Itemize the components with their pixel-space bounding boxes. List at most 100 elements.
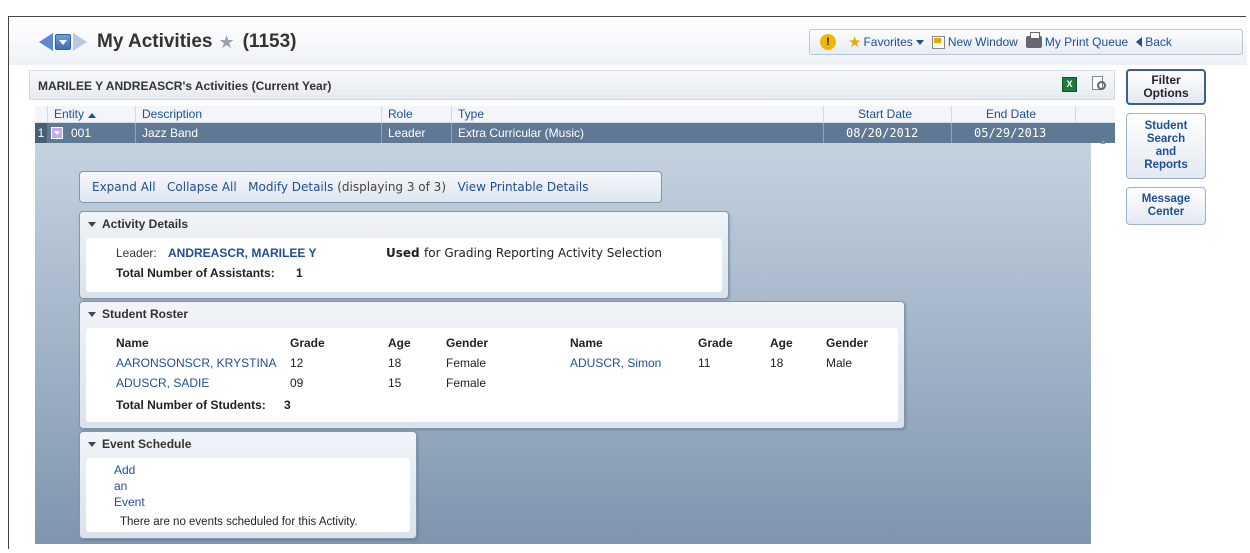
student-search-and-reports-button[interactable]: Student Search and Reports bbox=[1126, 113, 1206, 179]
event-schedule-panel: Event Schedule Add an Event There are no… bbox=[79, 431, 417, 539]
back-arrow-icon[interactable] bbox=[39, 33, 53, 51]
student-roster-panel: Student Roster Name Grade Age Gender Nam… bbox=[79, 301, 905, 429]
event-schedule-header[interactable]: Event Schedule bbox=[80, 432, 416, 456]
nav-controls: My Activities ★ (1153) bbox=[39, 31, 296, 53]
forward-arrow-icon bbox=[73, 33, 87, 51]
student-grade: 11 bbox=[698, 356, 711, 370]
total-students-count: 3 bbox=[284, 398, 291, 412]
star-icon: ★ bbox=[848, 34, 862, 51]
student-name-link[interactable]: ADUSCR, SADIE bbox=[116, 376, 209, 390]
roster-header-age-2: Age bbox=[770, 336, 793, 350]
leader-label: Leader: bbox=[116, 246, 157, 260]
activities-subheader: MARILEE Y ANDREASCR's Activities (Curren… bbox=[29, 70, 1115, 100]
expand-all-link[interactable]: Expand All bbox=[92, 180, 156, 194]
favorites-menu[interactable]: ★ Favorites bbox=[848, 33, 924, 51]
message-center-button[interactable]: Message Center bbox=[1126, 187, 1206, 225]
print-preview-icon[interactable] bbox=[1092, 76, 1108, 92]
student-age: 18 bbox=[770, 356, 784, 370]
view-printable-details-link[interactable]: View Printable Details bbox=[457, 180, 588, 194]
student-age: 18 bbox=[388, 356, 402, 370]
excel-export-icon[interactable]: X bbox=[1062, 77, 1077, 92]
grid-header: Entity Description Role Type Start Date … bbox=[35, 106, 1115, 123]
roster-header-grade-2: Grade bbox=[698, 336, 733, 350]
modify-details-link[interactable]: Modify Details bbox=[248, 180, 333, 194]
assistants-label: Total Number of Assistants: bbox=[116, 266, 275, 280]
collapse-triangle-icon bbox=[88, 312, 96, 318]
total-students-label: Total Number of Students: bbox=[116, 398, 266, 412]
column-header-spacer bbox=[1075, 106, 1099, 123]
page-header: My Activities ★ (1153) ! ★ Favorites New… bbox=[9, 17, 1247, 65]
collapse-triangle-icon bbox=[88, 442, 96, 448]
scroll-up-icon[interactable]: ▲ bbox=[1099, 137, 1107, 146]
history-dropdown-icon[interactable] bbox=[55, 34, 71, 50]
scrollbar[interactable] bbox=[1091, 143, 1115, 544]
back-icon bbox=[1136, 37, 1143, 47]
student-gender: Male bbox=[826, 356, 853, 370]
roster-header-gender: Gender bbox=[446, 336, 489, 350]
cell-type: Extra Curricular (Music) bbox=[451, 123, 823, 143]
column-header-entity[interactable]: Entity bbox=[47, 106, 135, 123]
displaying-count: (displaying 3 of 3) bbox=[337, 180, 446, 194]
top-toolbar: ! ★ Favorites New Window My Print Queue … bbox=[809, 29, 1243, 55]
row-number: 1 bbox=[35, 123, 47, 143]
collapse-all-link[interactable]: Collapse All bbox=[167, 180, 237, 194]
back-label: Back bbox=[1145, 35, 1172, 49]
student-name-link[interactable]: ADUSCR, Simon bbox=[570, 356, 661, 370]
cell-description: Jazz Band bbox=[135, 123, 381, 143]
activities-title: MARILEE Y ANDREASCR's Activities (Curren… bbox=[38, 79, 332, 93]
page-title: My Activities bbox=[97, 31, 213, 52]
used-label: Used bbox=[386, 246, 420, 260]
student-roster-header[interactable]: Student Roster bbox=[80, 302, 904, 326]
column-header-role[interactable]: Role bbox=[381, 106, 451, 123]
column-header-start-date[interactable]: Start Date bbox=[823, 106, 951, 123]
chevron-down-icon bbox=[915, 39, 924, 45]
student-gender: Female bbox=[446, 356, 487, 370]
student-gender: Female bbox=[446, 376, 487, 390]
cell-start-date: 08/20/2012 bbox=[823, 123, 951, 143]
new-window-icon bbox=[931, 35, 945, 49]
student-grade: 12 bbox=[290, 356, 304, 370]
no-events-text: There are no events scheduled for this A… bbox=[120, 516, 358, 528]
activity-details-panel: Activity Details Leader: ANDREASCR, MARI… bbox=[79, 211, 729, 299]
roster-header-name: Name bbox=[116, 336, 149, 350]
cell-end-date: 05/29/2013 bbox=[951, 123, 1075, 143]
detail-actions-bar: Expand All Collapse All Modify Details (… bbox=[79, 171, 662, 203]
roster-header-name-2: Name bbox=[570, 336, 603, 350]
main-frame: My Activities ★ (1153) ! ★ Favorites New… bbox=[8, 16, 1247, 549]
roster-header-age: Age bbox=[388, 336, 411, 350]
alert-icon[interactable]: ! bbox=[820, 34, 836, 50]
cell-entity: 001 bbox=[71, 126, 92, 140]
new-window-button[interactable]: New Window bbox=[931, 35, 1018, 49]
row-detail-area: Expand All Collapse All Modify Details (… bbox=[35, 143, 1091, 544]
leader-name-link[interactable]: ANDREASCR, MARILEE Y bbox=[168, 246, 316, 260]
table-row[interactable]: 1 001 Jazz Band Leader Extra Curricular … bbox=[35, 123, 1115, 143]
row-expand-icon[interactable] bbox=[51, 127, 63, 139]
print-queue-button[interactable]: My Print Queue bbox=[1025, 32, 1129, 49]
used-text: for Grading Reporting Activity Selection bbox=[424, 246, 663, 260]
favorite-star-icon[interactable]: ★ bbox=[218, 32, 234, 53]
activity-details-body: Leader: ANDREASCR, MARILEE Y Used for Gr… bbox=[86, 238, 722, 292]
collapse-triangle-icon bbox=[88, 222, 96, 228]
add-event-link[interactable]: Add an Event bbox=[114, 462, 145, 510]
roster-header-gender-2: Gender bbox=[826, 336, 869, 350]
column-header-type[interactable]: Type bbox=[451, 106, 823, 123]
activity-details-header[interactable]: Activity Details bbox=[80, 212, 728, 236]
event-schedule-body: Add an Event There are no events schedul… bbox=[86, 458, 410, 532]
column-header-end-date[interactable]: End Date bbox=[951, 106, 1075, 123]
student-name-link[interactable]: AARONSONSCR, KRYSTINA bbox=[116, 356, 276, 370]
back-button[interactable]: Back bbox=[1136, 35, 1172, 49]
column-header-description[interactable]: Description bbox=[135, 106, 381, 123]
printer-icon bbox=[1025, 32, 1042, 48]
filter-options-button[interactable]: Filter Options bbox=[1126, 69, 1206, 105]
new-window-label: New Window bbox=[947, 35, 1018, 49]
record-count: (1153) bbox=[242, 31, 297, 52]
roster-header-grade: Grade bbox=[290, 336, 325, 350]
cell-role: Leader bbox=[381, 123, 451, 143]
student-age: 15 bbox=[388, 376, 402, 390]
favorites-label: Favorites bbox=[863, 35, 913, 49]
student-roster-body: Name Grade Age Gender Name Grade Age Gen… bbox=[86, 328, 898, 422]
assistants-count: 1 bbox=[296, 266, 303, 280]
student-grade: 09 bbox=[290, 376, 304, 390]
sort-ascending-icon bbox=[88, 113, 97, 118]
print-queue-label: My Print Queue bbox=[1044, 35, 1129, 49]
